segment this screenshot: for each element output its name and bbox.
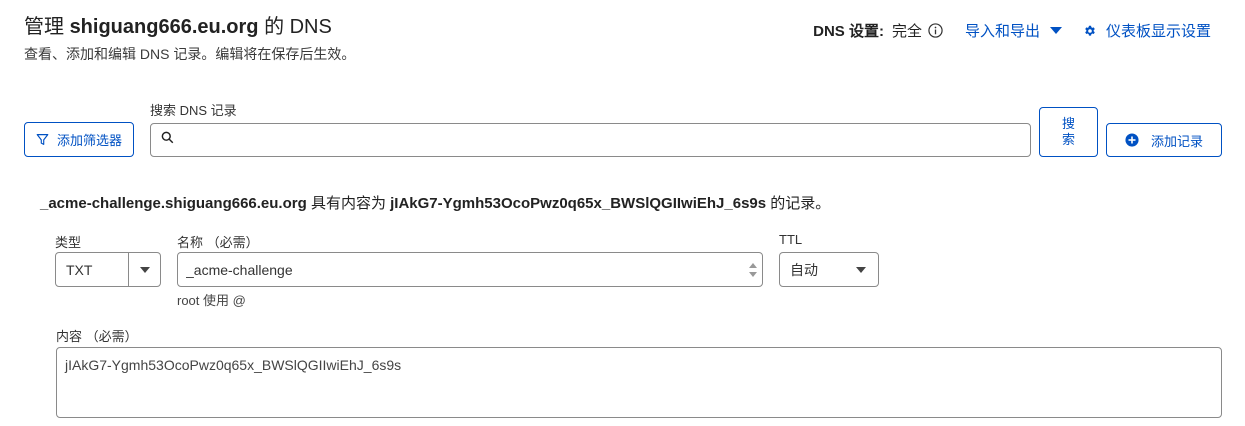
header-actions: DNS 设置: 完全 导入和导出 仪表板显示设置	[813, 20, 1211, 41]
search-button-label-2: 索	[1061, 132, 1075, 147]
add-record-label: 添加记录	[1150, 133, 1203, 149]
search-button[interactable]: 搜 索	[1039, 107, 1098, 157]
title-suffix: 的 DNS	[264, 16, 332, 38]
dashboard-settings-label: 仪表板显示设置	[1105, 23, 1211, 40]
record-desc-content: jIAkG7-Ygmh53OcoPwz0q65x_BWSlQGIIwiEhJ_6…	[390, 195, 767, 212]
search-label: 搜索 DNS 记录	[150, 103, 237, 118]
name-input[interactable]	[178, 253, 744, 286]
record-description: _acme-challenge.shiguang666.eu.org 具有内容为…	[40, 192, 830, 213]
add-filter-label: 添加筛选器	[56, 133, 122, 148]
spinner-down-icon[interactable]	[749, 271, 757, 277]
spinner-up-icon[interactable]	[749, 262, 757, 268]
dns-setting-label: DNS 设置:	[813, 23, 884, 40]
dns-setting-value: 完全	[891, 23, 922, 40]
title-prefix: 管理	[24, 16, 64, 38]
dashboard-settings-link[interactable]: 仪表板显示设置	[1084, 20, 1211, 41]
type-dropdown-toggle[interactable]	[128, 253, 160, 286]
dns-setting: DNS 设置: 完全	[813, 20, 943, 41]
add-filter-button[interactable]: 添加筛选器	[24, 122, 134, 157]
plus-circle-icon	[1125, 133, 1139, 147]
chevron-down-icon	[856, 266, 866, 273]
record-desc-mid: 具有内容为	[310, 195, 386, 212]
title-domain: shiguang666.eu.org	[69, 16, 259, 38]
import-export-dropdown[interactable]: 导入和导出	[965, 20, 1062, 41]
record-desc-name: _acme-challenge.shiguang666.eu.org	[40, 195, 307, 212]
filter-icon	[36, 133, 49, 146]
page-title: 管理 shiguang666.eu.org 的 DNS	[24, 10, 332, 39]
name-hint: root 使用 @	[177, 293, 246, 308]
type-value: TXT	[66, 261, 93, 278]
type-select[interactable]: TXT	[55, 252, 161, 287]
content-label: 内容 （必需）	[56, 329, 138, 344]
import-export-label: 导入和导出	[964, 23, 1040, 40]
add-record-button[interactable]: 添加记录	[1106, 123, 1222, 157]
spinner-icon[interactable]	[744, 253, 762, 286]
type-label: 类型	[55, 235, 82, 250]
content-textarea[interactable]: jIAkG7-Ygmh53OcoPwz0q65x_BWSlQGIIwiEhJ_6…	[56, 347, 1222, 418]
ttl-label: TTL	[779, 232, 803, 247]
gear-icon	[1084, 25, 1096, 37]
record-desc-tail: 的记录。	[770, 195, 831, 212]
ttl-value: 自动	[790, 261, 818, 278]
name-label: 名称 （必需）	[177, 235, 259, 250]
search-field[interactable]	[150, 123, 1031, 157]
name-field[interactable]	[177, 252, 763, 287]
chevron-down-icon	[1049, 27, 1062, 34]
page-subtitle: 查看、添加和编辑 DNS 记录。编辑将在保存后生效。	[24, 46, 356, 62]
ttl-select[interactable]: 自动	[779, 252, 879, 287]
search-input[interactable]	[180, 132, 1030, 148]
info-icon[interactable]	[928, 23, 943, 38]
chevron-down-icon	[139, 266, 150, 273]
search-icon	[161, 131, 174, 149]
search-button-label-1: 搜	[1061, 116, 1075, 131]
